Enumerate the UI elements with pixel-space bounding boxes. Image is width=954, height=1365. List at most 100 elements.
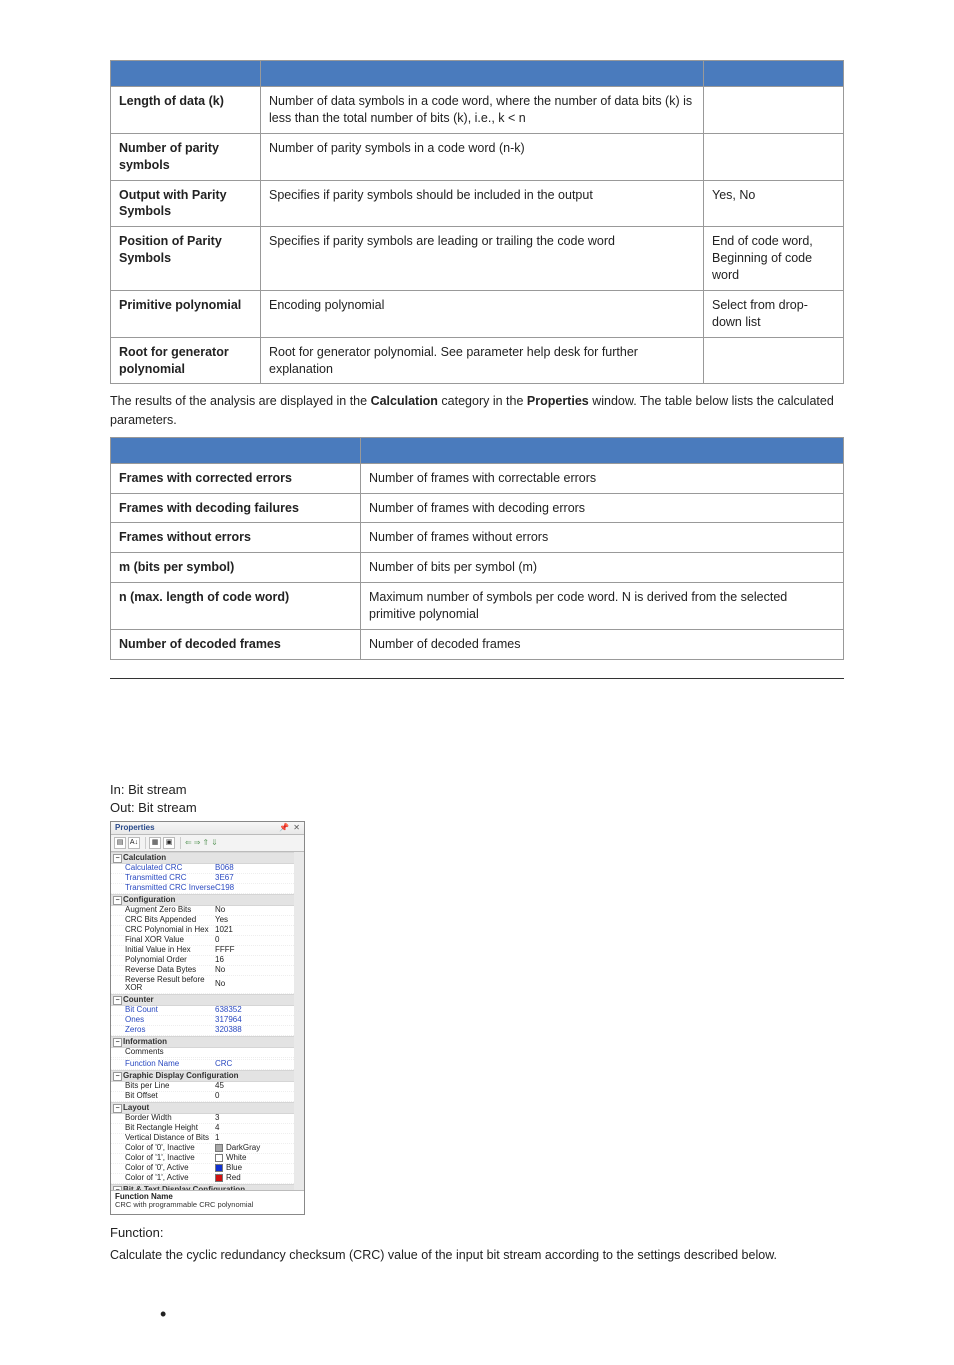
result-desc: Number of frames with decoding errors [361,493,844,523]
arrow-right-icon[interactable]: ⇒ [194,839,201,847]
property-key: Augment Zero Bits [125,906,215,914]
expand-icon[interactable]: ▣ [163,837,175,849]
property-key: Final XOR Value [125,936,215,944]
property-row[interactable]: Augment Zero BitsNo [111,906,294,916]
result-desc: Number of frames with correctable errors [361,463,844,493]
grid-icon[interactable]: ▦ [149,837,161,849]
param-desc: Specifies if parity symbols are leading … [261,227,704,291]
arrow-up-icon[interactable]: ⇑ [202,839,209,847]
category-graphic[interactable]: Graphic Display Configuration [111,1070,294,1082]
property-row[interactable]: CRC Polynomial in Hex1021 [111,926,294,936]
category-calculation[interactable]: Calculation [111,852,294,864]
category-information[interactable]: Information [111,1036,294,1048]
category-configuration[interactable]: Configuration [111,894,294,906]
property-value[interactable]: No [215,976,294,992]
property-row[interactable]: Final XOR Value0 [111,936,294,946]
property-key: Zeros [125,1026,215,1034]
property-value[interactable]: FFFF [215,946,294,954]
para-pre: The results of the analysis are displaye… [110,394,371,408]
property-value[interactable]: Yes [215,916,294,924]
property-value[interactable]: 320388 [215,1026,294,1034]
property-value[interactable]: 317964 [215,1016,294,1024]
property-row[interactable]: Transmitted CRC3E67 [111,874,294,884]
result-name: m (bits per symbol) [111,553,361,583]
property-value[interactable]: 4 [215,1124,294,1132]
property-row[interactable]: Comments [111,1048,294,1058]
property-value[interactable]: C198 [215,884,294,892]
result-name: Frames with decoding failures [111,493,361,523]
property-value[interactable]: 3E67 [215,874,294,882]
property-row[interactable]: Function NameCRC [111,1060,294,1070]
property-row[interactable]: Calculated CRCB068 [111,864,294,874]
close-icon[interactable]: ✕ [293,823,300,832]
table-row: Root for generator polynomialRoot for ge… [111,337,844,384]
property-row[interactable]: Polynomial Order16 [111,956,294,966]
property-row[interactable]: CRC Bits AppendedYes [111,916,294,926]
param-name: Position of Parity Symbols [111,227,261,291]
property-row[interactable]: Zeros320388 [111,1026,294,1036]
property-key: Color of '0', Inactive [125,1144,215,1152]
category-bittext[interactable]: Bit & Text Display Configuration [111,1184,294,1190]
property-value[interactable]: 1021 [215,926,294,934]
color-swatch [215,1164,223,1172]
result-desc: Maximum number of symbols per code word.… [361,583,844,630]
pin-icon[interactable]: 📌 [279,823,289,832]
arrow-down-icon[interactable]: ⇓ [211,839,218,847]
table2-header-band [111,437,844,463]
table-row: Number of decoded framesNumber of decode… [111,629,844,659]
property-value[interactable]: 0 [215,1092,294,1100]
property-value[interactable]: 45 [215,1082,294,1090]
property-value[interactable]: DarkGray [215,1144,294,1152]
property-value[interactable]: 16 [215,956,294,964]
categorize-icon[interactable]: ▤ [114,837,126,849]
param-name: Root for generator polynomial [111,337,261,384]
property-row[interactable]: Border Width3 [111,1114,294,1124]
property-value[interactable] [215,1048,294,1056]
property-key: Comments [125,1048,215,1056]
table-row: n (max. length of code word)Maximum numb… [111,583,844,630]
property-row[interactable]: Color of '0', InactiveDarkGray [111,1144,294,1154]
property-value[interactable]: CRC [215,1060,294,1068]
param-values [704,337,844,384]
category-counter[interactable]: Counter [111,994,294,1006]
property-row[interactable]: Reverse Result before XORNo [111,976,294,994]
property-row[interactable]: Bit Count638352 [111,1006,294,1016]
property-row[interactable]: Bit Rectangle Height4 [111,1124,294,1134]
property-value[interactable]: No [215,906,294,914]
property-row[interactable]: Color of '1', ActiveRed [111,1174,294,1184]
table-row: Frames without errorsNumber of frames wi… [111,523,844,553]
table-row: Length of data (k)Number of data symbols… [111,87,844,134]
property-row[interactable]: Initial Value in HexFFFF [111,946,294,956]
property-row[interactable]: Bit Offset0 [111,1092,294,1102]
property-key: Transmitted CRC Inverse [125,884,215,892]
property-row[interactable]: Ones317964 [111,1016,294,1026]
property-key: Initial Value in Hex [125,946,215,954]
property-value[interactable]: Blue [215,1164,294,1172]
property-value[interactable]: B068 [215,864,294,872]
para-mid: category in the [438,394,527,408]
property-key: Bit Offset [125,1092,215,1100]
property-row[interactable]: Color of '1', InactiveWhite [111,1154,294,1164]
property-value[interactable]: 638352 [215,1006,294,1014]
property-value[interactable]: 1 [215,1134,294,1142]
property-value[interactable]: 3 [215,1114,294,1122]
result-desc: Number of frames without errors [361,523,844,553]
properties-title: Properties [115,824,155,832]
property-row[interactable]: Bits per Line45 [111,1082,294,1092]
property-value[interactable]: Red [215,1174,294,1182]
param-desc: Number of parity symbols in a code word … [261,133,704,180]
property-value[interactable]: No [215,966,294,974]
result-name: Frames with corrected errors [111,463,361,493]
property-row[interactable]: Reverse Data BytesNo [111,966,294,976]
property-value[interactable]: 0 [215,936,294,944]
para-b1: Calculation [371,394,438,408]
property-row[interactable]: Vertical Distance of Bits1 [111,1134,294,1144]
category-layout[interactable]: Layout [111,1102,294,1114]
io-out: Out: Bit stream [110,800,844,815]
property-row[interactable]: Color of '0', ActiveBlue [111,1164,294,1174]
arrow-left-icon[interactable]: ⇐ [185,839,192,847]
property-row[interactable]: Transmitted CRC InverseC198 [111,884,294,894]
property-value[interactable]: White [215,1154,294,1162]
sort-icon[interactable]: A↓ [128,837,140,849]
property-key: Reverse Result before XOR [125,976,215,992]
